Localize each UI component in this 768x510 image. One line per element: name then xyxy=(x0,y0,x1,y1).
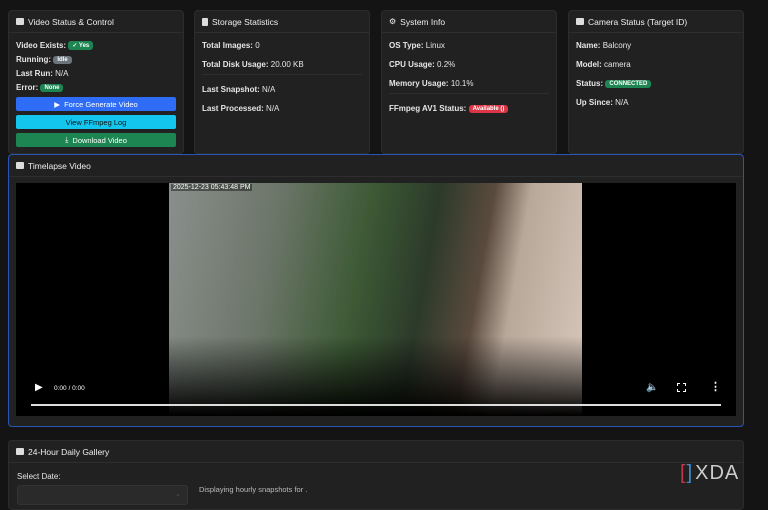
label: CPU Usage: xyxy=(389,60,435,69)
gears-icon: ⚙ xyxy=(389,17,397,26)
last-snapshot-value: N/A xyxy=(262,85,276,94)
download-icon: ⤓ xyxy=(65,135,69,145)
storage-card: Storage Statistics Total Images: 0 Total… xyxy=(194,10,370,154)
label: Status: xyxy=(576,79,604,88)
label: Last Snapshot: xyxy=(202,85,260,94)
xda-watermark: [] XDA xyxy=(680,462,740,484)
label: Video Exists: xyxy=(16,41,67,50)
label: Last Run: xyxy=(16,69,53,79)
gallery-card: 24-Hour Daily Gallery Select Date: ⌄ Dis… xyxy=(8,440,744,510)
fullscreen-icon[interactable] xyxy=(677,383,686,392)
film-icon xyxy=(16,162,24,169)
card-title: 24-Hour Daily Gallery xyxy=(28,446,110,457)
time-display: 0:00 / 0:00 xyxy=(54,385,85,392)
video-exists-badge: ✓ Yes xyxy=(68,41,94,51)
play-icon: ▶ xyxy=(54,99,61,109)
card-title: Camera Status (Target ID) xyxy=(588,16,688,27)
displaying-text: Displaying hourly snapshots for . xyxy=(199,485,308,494)
card-title: System Info xyxy=(400,16,446,27)
label: Last Processed: xyxy=(202,104,264,113)
disk-usage-value: 20.00 KB xyxy=(270,60,304,69)
chevron-down-icon: ⌄ xyxy=(175,491,181,498)
label: OS Type: xyxy=(389,41,424,50)
cpu-value: 0.2% xyxy=(437,60,456,69)
images-icon xyxy=(16,448,24,455)
total-images-value: 0 xyxy=(255,41,260,50)
label: Memory Usage: xyxy=(389,79,449,88)
camera-icon xyxy=(576,18,584,25)
ffmpeg-status-badge: Available () xyxy=(468,104,509,113)
label: Name: xyxy=(576,41,601,50)
volume-icon[interactable]: 🔈 xyxy=(646,382,658,393)
date-select[interactable]: ⌄ xyxy=(17,485,188,505)
camera-model-value: camera xyxy=(604,60,631,69)
label: Up Since: xyxy=(576,98,613,107)
force-generate-button[interactable]: ▶ Force Generate Video xyxy=(16,97,176,112)
video-camera-icon xyxy=(16,18,24,25)
label: Error: xyxy=(16,83,39,93)
camera-status-card: Camera Status (Target ID) Name: Balcony … xyxy=(568,10,744,154)
label: Total Images: xyxy=(202,41,253,50)
os-value: Linux xyxy=(425,41,445,50)
button-label: Force Generate Video xyxy=(64,99,138,109)
download-video-button[interactable]: ⤓ Download Video xyxy=(16,133,176,148)
label: Running: xyxy=(16,55,52,65)
label: Model: xyxy=(576,60,602,69)
button-label: Download Video xyxy=(72,135,127,145)
camera-name-value: Balcony xyxy=(602,41,632,50)
memory-value: 10.1% xyxy=(450,79,474,88)
up-since-value: N/A xyxy=(615,98,629,107)
system-info-card: ⚙ System Info OS Type: Linux CPU Usage: 0… xyxy=(381,10,557,154)
last-run-value: N/A xyxy=(55,69,69,79)
video-player[interactable]: 2025-12-23 05:43:48 PM ▶ 0:00 / 0:00 🔈 ⋮ xyxy=(16,183,736,416)
database-icon xyxy=(202,17,208,26)
video-timestamp: 2025-12-23 05:43:48 PM xyxy=(171,184,253,191)
progress-bar[interactable] xyxy=(31,404,721,406)
camera-status-badge: CONNECTED xyxy=(605,79,652,88)
label: Total Disk Usage: xyxy=(202,60,269,69)
button-label: View FFmpeg Log xyxy=(65,117,127,127)
video-status-card: Video Status & Control Video Exists: ✓ Y… xyxy=(8,10,184,154)
error-badge: None xyxy=(40,84,64,93)
card-title: Timelapse Video xyxy=(28,160,91,171)
timelapse-card: Timelapse Video 2025-12-23 05:43:48 PM ▶… xyxy=(8,154,744,427)
label: FFmpeg AV1 Status: xyxy=(389,104,467,113)
view-log-button[interactable]: View FFmpeg Log xyxy=(16,115,176,130)
card-title: Video Status & Control xyxy=(28,16,114,27)
last-processed-value: N/A xyxy=(266,104,280,113)
running-badge: Idle xyxy=(53,56,72,65)
more-options-icon[interactable]: ⋮ xyxy=(710,380,721,393)
select-date-label: Select Date: xyxy=(17,472,61,481)
play-button[interactable]: ▶ xyxy=(35,382,43,393)
card-title: Storage Statistics xyxy=(212,16,279,27)
